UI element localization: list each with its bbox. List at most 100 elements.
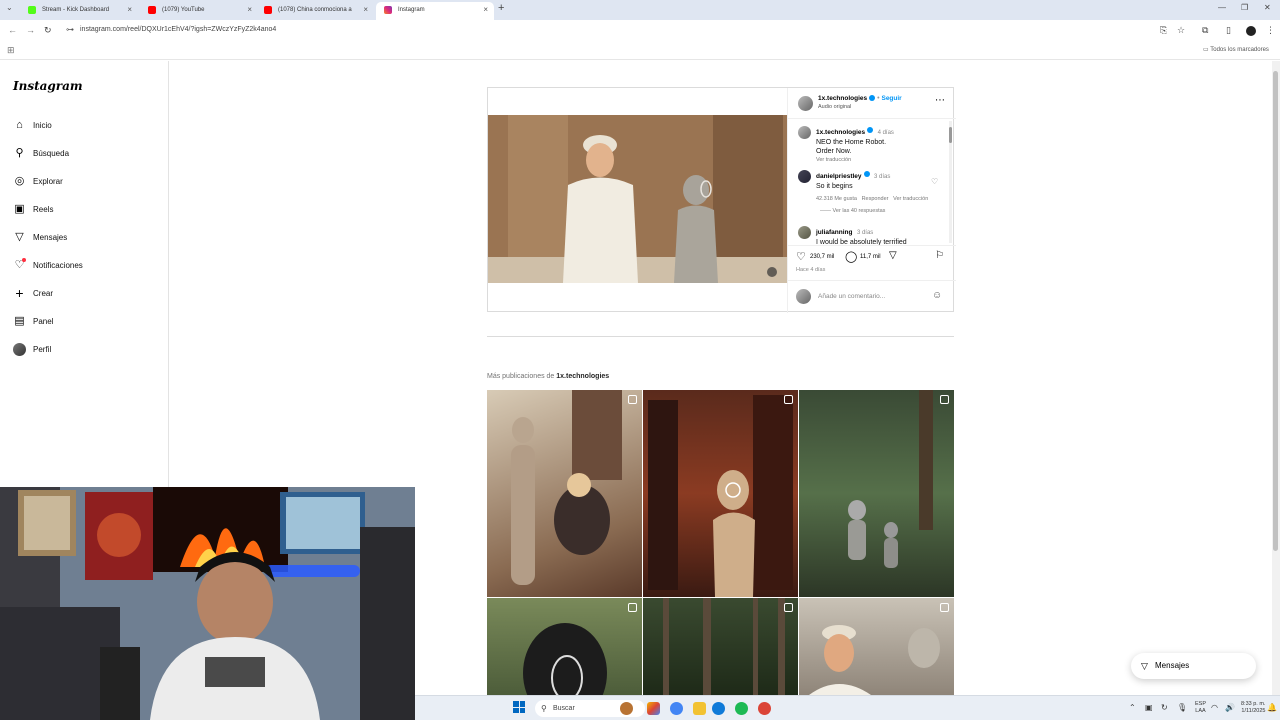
instagram-logo[interactable]: Instagram: [13, 79, 83, 93]
comment-item: juliafanning 3 días I would be absolutel…: [816, 225, 941, 247]
chrome-icon[interactable]: [670, 702, 683, 715]
reply-button[interactable]: Responder: [862, 196, 889, 202]
caption-translate-link[interactable]: Ver traducción: [816, 156, 941, 165]
chrome-alt-icon[interactable]: [758, 702, 771, 715]
comment-likes[interactable]: 42.318 Me gusta: [816, 196, 857, 202]
extensions-icon[interactable]: ⧉: [1202, 25, 1208, 36]
profile-avatar[interactable]: [1246, 26, 1256, 36]
forward-icon[interactable]: →: [26, 25, 35, 35]
comments-scroll-thumb[interactable]: [949, 127, 952, 143]
sidebar-item-home[interactable]: ⌂ Inicio: [13, 119, 163, 135]
floating-messages-button[interactable]: ▽ Mensajes: [1131, 653, 1256, 679]
notifications-bell-icon[interactable]: 🔔: [1267, 703, 1277, 712]
tab-youtube-video[interactable]: (1078) China conmociona a ×: [256, 2, 374, 20]
comment-bubble-icon[interactable]: ◯: [845, 250, 857, 263]
tray-mic-icon[interactable]: 🎙: [1177, 703, 1187, 712]
reel-indicator-icon: [628, 603, 637, 612]
install-app-icon[interactable]: ⎘: [1160, 25, 1167, 36]
comments-scrollbar[interactable]: [949, 121, 952, 243]
copilot-icon[interactable]: [647, 702, 660, 715]
close-tab-icon[interactable]: ×: [483, 2, 488, 18]
share-icon[interactable]: ▽: [889, 250, 897, 261]
minimize-icon[interactable]: —: [1218, 3, 1226, 12]
file-explorer-icon[interactable]: [693, 702, 706, 715]
close-tab-icon[interactable]: ×: [247, 2, 252, 18]
sidebar-item-reels[interactable]: ▣ Reels: [13, 203, 163, 219]
tray-app-icon[interactable]: ▣: [1145, 703, 1153, 712]
widget-icon[interactable]: [620, 702, 633, 715]
sidebar-item-notifications[interactable]: ♡ Notificaciones: [13, 258, 163, 275]
page-scroll-thumb[interactable]: [1273, 71, 1278, 551]
reel-video[interactable]: [488, 115, 787, 283]
sidebar-item-label: Perfil: [33, 345, 52, 354]
clock-date: 1/11/2025: [1241, 708, 1266, 714]
comment-time: 3 días: [873, 174, 891, 180]
notification-dot: [22, 258, 26, 262]
tab-label: (1078) China conmociona a: [278, 7, 352, 13]
grid-post[interactable]: [643, 598, 798, 695]
likes-count[interactable]: 230,7 mil: [810, 254, 834, 260]
tab-kick[interactable]: Stream - Kick Dashboard ×: [20, 2, 138, 20]
author-avatar[interactable]: [798, 96, 813, 111]
tray-sync-icon[interactable]: ↻: [1161, 703, 1168, 712]
more-posts-account[interactable]: 1x.technologies: [556, 373, 609, 380]
url-field[interactable]: instagram.com/reel/DQXUr1cEhV4/?igsh=ZWc…: [80, 26, 276, 33]
back-icon[interactable]: ←: [8, 25, 17, 35]
grid-post[interactable]: [487, 390, 642, 597]
grid-post[interactable]: [799, 598, 954, 695]
tab-instagram[interactable]: Instagram ×: [376, 2, 494, 20]
tab-search-icon[interactable]: ⌄: [6, 3, 13, 12]
sidebar-item-messages[interactable]: ▽ Mensajes: [13, 231, 163, 247]
close-window-icon[interactable]: ✕: [1264, 3, 1271, 12]
restore-icon[interactable]: ❐: [1241, 3, 1248, 12]
caption-username[interactable]: 1x.technologies: [816, 129, 865, 136]
new-tab-button[interactable]: +: [498, 2, 504, 14]
reload-icon[interactable]: ↻: [44, 25, 52, 36]
more-options-icon[interactable]: ⋯: [935, 95, 945, 106]
audio-label[interactable]: Audio original: [818, 104, 902, 110]
add-comment-input[interactable]: Añade un comentario...: [818, 293, 885, 300]
follow-button[interactable]: Seguir: [881, 95, 901, 102]
edge-icon[interactable]: [712, 702, 725, 715]
comment-avatar[interactable]: [798, 170, 811, 183]
system-clock[interactable]: 8:33 p. m. 1/11/2025: [1241, 701, 1265, 715]
comment-like-heart-icon[interactable]: ♡: [931, 177, 938, 186]
comment-username[interactable]: juliafanning: [816, 229, 852, 236]
volume-icon[interactable]: 🔊: [1225, 703, 1235, 712]
sidebar-item-dashboard[interactable]: ▤ Panel: [13, 315, 163, 331]
sidepanel-icon[interactable]: ▯: [1226, 25, 1231, 36]
save-bookmark-icon[interactable]: ⚐: [935, 250, 944, 261]
translate-link[interactable]: Ver traducción: [893, 196, 928, 202]
sidebar-item-explore[interactable]: ◎ Explorar: [13, 175, 163, 191]
author-username[interactable]: 1x.technologies: [818, 95, 867, 102]
sidebar-item-label: Inicio: [33, 121, 52, 130]
tab-youtube[interactable]: (1079) YouTube ×: [140, 2, 258, 20]
view-replies-button[interactable]: —— Ver las 40 respuestas: [816, 207, 941, 216]
tray-chevron-icon[interactable]: ⌃: [1129, 703, 1136, 712]
caption-avatar[interactable]: [798, 126, 811, 139]
spotify-icon[interactable]: [735, 702, 748, 715]
sidebar-item-search[interactable]: ⚲ Búsqueda: [13, 147, 163, 163]
wifi-icon[interactable]: ◠: [1211, 703, 1218, 712]
emoji-icon[interactable]: ☺: [932, 290, 942, 301]
site-info-icon[interactable]: ⊶: [66, 25, 74, 34]
close-tab-icon[interactable]: ×: [363, 2, 368, 18]
page-scrollbar[interactable]: [1272, 61, 1280, 695]
close-tab-icon[interactable]: ×: [127, 2, 132, 18]
like-heart-icon[interactable]: ♡: [796, 250, 806, 263]
separator-dot: •: [877, 95, 880, 102]
browser-menu-icon[interactable]: ⋮: [1266, 25, 1275, 36]
grid-post[interactable]: [487, 598, 642, 695]
sidebar-item-create[interactable]: + Crear: [13, 286, 163, 303]
bookmark-star-icon[interactable]: ☆: [1177, 25, 1185, 36]
all-bookmarks-button[interactable]: ▭ Todos los marcadores: [1203, 46, 1269, 53]
grid-post[interactable]: [643, 390, 798, 597]
comment-avatar[interactable]: [798, 226, 811, 239]
grid-post[interactable]: [799, 390, 954, 597]
comment-username[interactable]: danielpriestley: [816, 173, 862, 180]
apps-grid-icon[interactable]: ⊞: [7, 45, 15, 56]
sidebar-item-profile[interactable]: Perfil: [13, 343, 163, 359]
current-user-avatar: [796, 289, 811, 304]
language-indicator[interactable]: ESP LAA: [1195, 701, 1206, 715]
windows-start-icon[interactable]: [513, 701, 525, 713]
